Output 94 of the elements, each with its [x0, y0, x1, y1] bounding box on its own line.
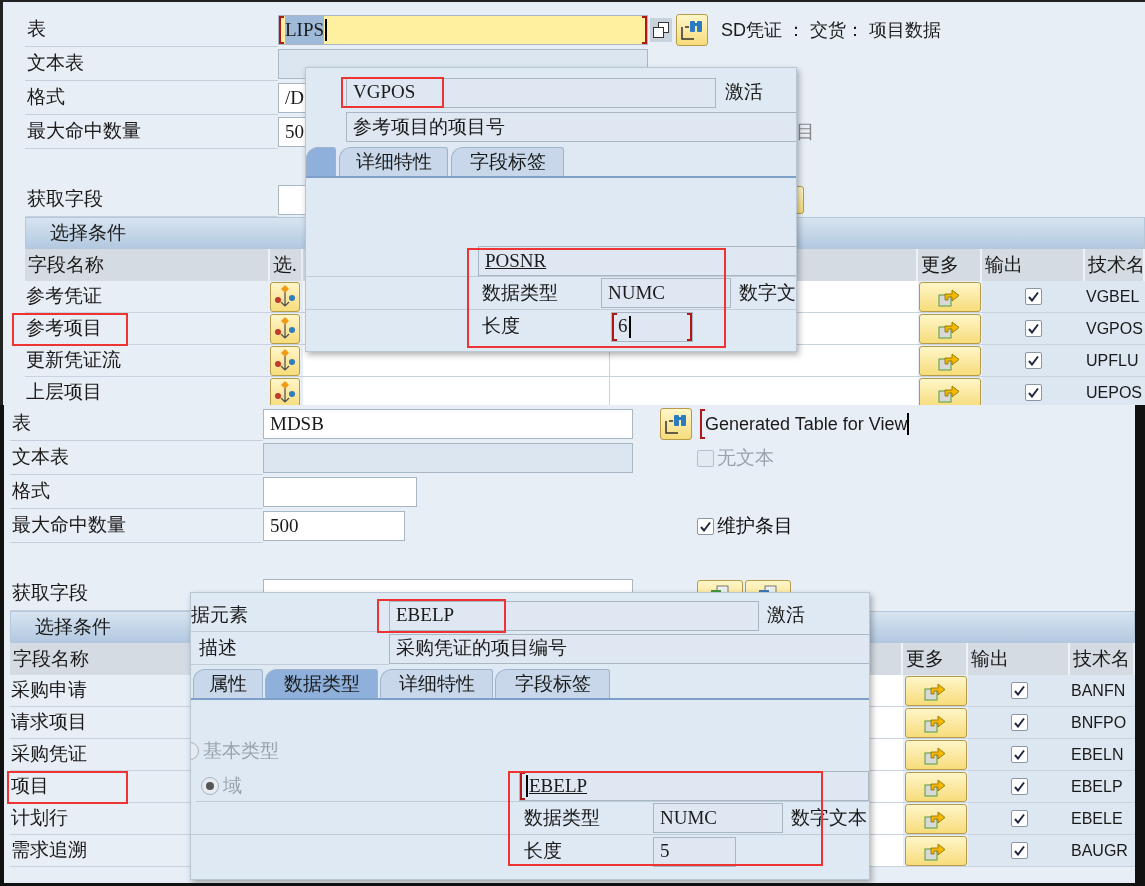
checkbox-label: 目 — [796, 119, 815, 144]
column-header: 字段名称 — [25, 249, 270, 281]
check-icon — [1013, 845, 1025, 856]
field-label: 数据类型 — [524, 806, 600, 828]
check-icon — [1013, 717, 1025, 728]
field-label: 长度 — [482, 315, 520, 337]
selection-button[interactable] — [270, 377, 300, 405]
selection-button[interactable] — [270, 313, 300, 344]
column-header: 更多 — [918, 249, 982, 281]
field-label: 激活 — [725, 80, 763, 105]
display-field[interactable]: 参考项目的项目号 — [346, 112, 796, 142]
node-icon — [274, 379, 296, 405]
table-description: SD凭证 ： 交货： 项目数据 — [720, 18, 942, 42]
document-arrow-icon — [938, 382, 962, 403]
column-header: 技术名 — [1085, 249, 1145, 281]
table-cell: BANFN — [1070, 675, 1135, 707]
document-arrow-icon — [923, 808, 948, 829]
check-icon — [1013, 749, 1025, 760]
checkbox[interactable] — [1010, 746, 1028, 763]
table-cell: EBELP — [1070, 771, 1135, 803]
checkbox-label: 无文本 — [717, 445, 774, 470]
input-field[interactable] — [263, 477, 417, 507]
copy-button[interactable] — [650, 18, 672, 42]
field-label: 长度 — [524, 840, 562, 862]
tab[interactable]: 属性 — [193, 669, 263, 698]
checkbox[interactable] — [1025, 352, 1042, 369]
binoculars-icon — [664, 413, 688, 435]
check-icon — [1028, 323, 1039, 334]
table-cell: BNFPO — [1070, 707, 1135, 739]
document-arrow-icon — [923, 680, 948, 701]
check-icon — [1013, 685, 1025, 696]
radio-label: 域 — [223, 773, 242, 798]
selection-button[interactable] — [270, 281, 300, 312]
check-icon — [1013, 813, 1025, 824]
document-arrow-icon — [938, 318, 962, 339]
display-field[interactable]: 5 — [653, 836, 736, 867]
tab[interactable]: 详细特性 — [339, 147, 448, 176]
checkbox[interactable] — [697, 517, 714, 535]
table-description: Generated Table for View — [700, 409, 912, 439]
document-arrow-icon — [923, 712, 948, 733]
display-field[interactable]: EBELP — [519, 771, 869, 801]
checkbox[interactable] — [1010, 810, 1028, 827]
binoculars-button[interactable] — [676, 14, 708, 46]
document-arrow-icon — [923, 744, 948, 765]
display-field[interactable]: VGPOS — [346, 77, 716, 108]
table-cell: EBELN — [1070, 739, 1135, 771]
table-cell: VGPOS — [1085, 313, 1145, 345]
check-icon — [700, 520, 711, 532]
check-icon — [1028, 291, 1039, 302]
document-arrow-icon — [923, 840, 948, 861]
column-header: 更多 — [903, 643, 968, 675]
input-field[interactable]: MDSB — [263, 409, 633, 439]
input-field[interactable]: 500 — [263, 511, 405, 541]
table-cell: UEPOS — [1085, 377, 1145, 405]
field-label: 数据类型 — [482, 281, 558, 303]
tab[interactable]: 详细特性 — [380, 669, 493, 698]
binoculars-button[interactable] — [660, 408, 692, 440]
checkbox[interactable] — [1010, 682, 1028, 699]
column-header: 输出 — [982, 249, 1085, 281]
display-field[interactable]: POSNR — [478, 246, 796, 276]
display-field[interactable]: EBELP — [389, 600, 759, 631]
display-field[interactable]: 采购凭证的项目编号 — [389, 633, 869, 664]
checkbox-label: 维护条目 — [717, 513, 793, 538]
table-cell: EBELE — [1070, 803, 1135, 835]
display-field[interactable]: 6 — [611, 311, 693, 342]
check-icon — [1013, 781, 1025, 792]
check-icon — [1028, 387, 1039, 398]
selection-button[interactable] — [270, 345, 300, 376]
checkbox[interactable] — [1010, 842, 1028, 859]
input-field[interactable] — [263, 443, 633, 473]
tab[interactable]: 数据类型 — [265, 669, 378, 698]
checkbox[interactable] — [1025, 384, 1042, 401]
checkbox[interactable] — [1010, 714, 1028, 731]
column-header: 输出 — [968, 643, 1070, 675]
tab[interactable]: 字段标签 — [495, 669, 610, 698]
column-header: 选. — [270, 249, 303, 281]
checkbox[interactable] — [1025, 320, 1042, 337]
document-arrow-icon — [923, 776, 948, 797]
display-field[interactable]: NUMC — [601, 278, 731, 308]
copy-icon — [653, 22, 669, 38]
input-field[interactable]: LIPS — [278, 15, 648, 45]
tab[interactable]: 字段标签 — [451, 147, 564, 176]
check-icon — [1028, 355, 1039, 366]
checkbox[interactable] — [1025, 288, 1042, 305]
checkbox[interactable] — [1010, 778, 1028, 795]
table-cell: BAUGR — [1070, 835, 1135, 867]
document-arrow-icon — [938, 286, 962, 307]
document-arrow-icon — [938, 350, 962, 371]
display-field[interactable]: NUMC — [653, 803, 783, 833]
binoculars-icon — [680, 19, 704, 41]
table-cell: UPFLU — [1085, 345, 1145, 377]
column-header: 技术名 — [1070, 643, 1135, 675]
field-label: 数字文 — [739, 280, 796, 305]
table-cell: VGBEL — [1085, 281, 1145, 313]
